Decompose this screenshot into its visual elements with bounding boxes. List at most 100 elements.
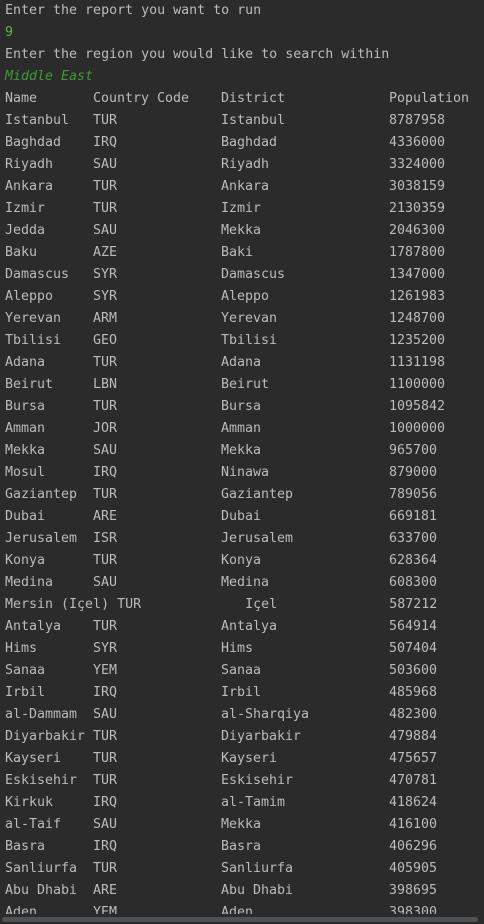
cell-country-code: TUR (93, 487, 118, 502)
cell-country-code: SAU (93, 223, 118, 238)
cell-district: Aden (221, 905, 254, 914)
cell-population: 479884 (389, 729, 438, 744)
cell-district: al-Sharqiya (221, 707, 310, 722)
table-row: Aden YEM Aden 398300 (0, 902, 484, 914)
cell-name: Beirut (5, 377, 54, 392)
cell-population: 3038159 (389, 179, 446, 194)
cell-population: 1100000 (389, 377, 446, 392)
cell-country-code: TUR (93, 399, 118, 414)
cell-population: 1787800 (389, 245, 446, 260)
table-row-misaligned: Mersin (Içel) TUR Içel 587212 (5, 597, 438, 612)
cell-country-code: TUR (93, 113, 118, 128)
header-country-code: Country Code (93, 91, 190, 106)
cell-district: Riyadh (221, 157, 270, 172)
cell-district: Hims (221, 641, 254, 656)
cell-name: Tbilisi (5, 333, 62, 348)
cell-country-code: SAU (93, 157, 118, 172)
table-row: Abu Dhabi ARE Abu Dhabi 398695 (0, 880, 484, 902)
cell-country-code: ARE (93, 509, 118, 524)
cell-name: Dubai (5, 509, 46, 524)
cell-district: Jerusalem (221, 531, 294, 546)
cell-name: Gaziantep (5, 487, 78, 502)
cell-population: 564914 (389, 619, 438, 634)
table-row: Sanaa YEM Sanaa 503600 (0, 660, 484, 682)
cell-country-code: ARE (93, 883, 118, 898)
cell-country-code: TUR (93, 861, 118, 876)
horizontal-scrollbar[interactable] (0, 914, 484, 924)
cell-population: 398695 (389, 883, 438, 898)
cell-district: Dubai (221, 509, 262, 524)
region-prompt: Enter the region you would like to searc… (5, 47, 390, 62)
cell-name: al-Dammam (5, 707, 78, 722)
cell-country-code: TUR (93, 729, 118, 744)
cell-population: 475657 (389, 751, 438, 766)
cell-population: 507404 (389, 641, 438, 656)
cell-district: Istanbul (221, 113, 286, 128)
cell-country-code: SYR (93, 289, 118, 304)
table-row: Damascus SYR Damascus 1347000 (0, 264, 484, 286)
cell-name: Medina (5, 575, 54, 590)
cell-population: 1000000 (389, 421, 446, 436)
cell-country-code: YEM (93, 905, 118, 914)
cell-population: 4336000 (389, 135, 446, 150)
cell-country-code: IRQ (93, 795, 118, 810)
cell-name: Baghdad (5, 135, 62, 150)
cell-population: 1095842 (389, 399, 446, 414)
cell-population: 406296 (389, 839, 438, 854)
cell-name: Jerusalem (5, 531, 78, 546)
table-row: al-Taif SAU Mekka 416100 (0, 814, 484, 836)
cell-country-code: TUR (93, 355, 118, 370)
table-row: Aleppo SYR Aleppo 1261983 (0, 286, 484, 308)
cell-country-code: TUR (93, 773, 118, 788)
cell-district: al-Tamim (221, 795, 286, 810)
cell-district: Ankara (221, 179, 270, 194)
table-row: Sanliurfa TUR Sanliurfa 405905 (0, 858, 484, 880)
cell-district: Baki (221, 245, 254, 260)
cell-population: 405905 (389, 861, 438, 876)
cell-country-code: IRQ (93, 839, 118, 854)
cell-district: Amman (221, 421, 262, 436)
cell-population: 470781 (389, 773, 438, 788)
header-population: Population (389, 91, 470, 106)
cell-country-code: SAU (93, 575, 118, 590)
cell-population: 608300 (389, 575, 438, 590)
cell-country-code: ISR (93, 531, 118, 546)
table-row: Antalya TUR Antalya 564914 (0, 616, 484, 638)
table-row: Kayseri TUR Kayseri 475657 (0, 748, 484, 770)
table-row: Baku AZE Baki 1787800 (0, 242, 484, 264)
cell-country-code: SYR (93, 641, 118, 656)
cell-name: Damascus (5, 267, 70, 282)
table-row: Eskisehir TUR Eskisehir 470781 (0, 770, 484, 792)
cell-population: 879000 (389, 465, 438, 480)
cell-name: Jedda (5, 223, 46, 238)
cell-name: Eskisehir (5, 773, 78, 788)
cell-population: 1248700 (389, 311, 446, 326)
cell-name: Konya (5, 553, 46, 568)
cell-population: 8787958 (389, 113, 446, 128)
cell-population: 669181 (389, 509, 438, 524)
cell-country-code: TUR (93, 179, 118, 194)
cell-country-code: AZE (93, 245, 118, 260)
cell-name: Izmir (5, 201, 46, 216)
cell-country-code: TUR (93, 201, 118, 216)
cell-country-code: IRQ (93, 135, 118, 150)
scrollbar-thumb[interactable] (2, 917, 478, 922)
table-row: Baghdad IRQ Baghdad 4336000 (0, 132, 484, 154)
cell-population: 2046300 (389, 223, 446, 238)
cell-district: Mekka (221, 817, 262, 832)
table-row: Basra IRQ Basra 406296 (0, 836, 484, 858)
cell-name: Basra (5, 839, 46, 854)
table-row: Beirut LBN Beirut 1100000 (0, 374, 484, 396)
cell-country-code: TUR (93, 553, 118, 568)
cell-district: Kayseri (221, 751, 278, 766)
header-name: Name (5, 91, 38, 106)
cell-district: Bursa (221, 399, 262, 414)
table-row: Dubai ARE Dubai 669181 (0, 506, 484, 528)
cell-district: Irbil (221, 685, 262, 700)
cell-name: Yerevan (5, 311, 62, 326)
cell-district: Basra (221, 839, 262, 854)
cell-district: Diyarbakir (221, 729, 302, 744)
cell-population: 1235200 (389, 333, 446, 348)
cell-name: Mekka (5, 443, 46, 458)
cell-district: Beirut (221, 377, 270, 392)
